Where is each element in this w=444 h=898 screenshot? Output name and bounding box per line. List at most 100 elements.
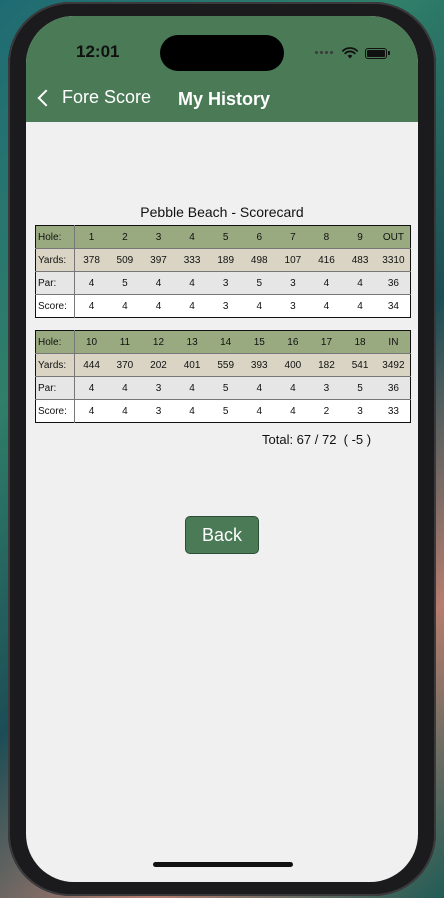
par-cell: 4 [108,376,142,400]
phone-frame: 12:01 Fore Score My History Pebble Beach… [8,2,436,896]
score-label: Score: [35,399,75,423]
hole-cell: 1 [74,225,109,249]
yards-cell: 393 [242,353,277,377]
yards-cell: 401 [175,353,209,377]
par-cell: 4 [175,376,209,400]
app-screen: 12:01 Fore Score My History Pebble Beach… [26,16,418,882]
hole-label: Hole: [35,225,75,249]
par-cell: 4 [74,376,109,400]
par-cell: 4 [343,271,377,295]
hole-cell: 8 [309,225,344,249]
nav-header: 12:01 Fore Score My History [26,16,418,122]
hole-cell: 12 [141,330,176,354]
yards-cell: 509 [108,248,142,272]
par-cell: 3 [208,271,243,295]
score-cell: 4 [74,294,109,318]
par-cell: 4 [242,376,277,400]
hole-cell: 14 [208,330,243,354]
hole-total-cell: OUT [376,225,411,249]
hole-cell: 16 [276,330,310,354]
par-cell: 3 [276,271,310,295]
par-cell: 5 [208,376,243,400]
score-cell: 4 [74,399,109,423]
hole-cell: 3 [141,225,176,249]
score-cell: 4 [242,294,277,318]
par-cell: 5 [108,271,142,295]
hole-cell: 17 [309,330,344,354]
hole-cell: 13 [175,330,209,354]
score-cell: 4 [276,399,310,423]
front-nine-table: Hole: 1 2 3 4 5 6 7 8 9 OUT Yards: 378 5… [35,225,411,318]
score-cell: 3 [343,399,377,423]
yards-cell: 483 [343,248,377,272]
par-label: Par: [35,376,75,400]
yards-row: Yards: 444 370 202 401 559 393 400 182 5… [35,353,411,377]
back-nav-button[interactable]: Fore Score [36,87,151,108]
par-cell: 4 [74,271,109,295]
score-label: Score: [35,294,75,318]
yards-total-cell: 3310 [376,248,411,272]
par-cell: 4 [141,271,176,295]
par-cell: 4 [276,376,310,400]
total-score: Total: 67 / 72 ( -5 ) [262,432,372,447]
home-indicator[interactable] [153,862,293,867]
par-cell: 5 [242,271,277,295]
yards-cell: 541 [343,353,377,377]
score-cell: 3 [141,399,176,423]
par-cell: 3 [309,376,344,400]
wifi-icon [342,47,358,59]
score-total-cell: 34 [376,294,411,318]
hole-cell: 7 [276,225,310,249]
par-label: Par: [35,271,75,295]
yards-cell: 378 [74,248,109,272]
score-cell: 4 [108,399,142,423]
score-cell: 4 [108,294,142,318]
par-row: Par: 4 4 3 4 5 4 4 3 5 36 [35,376,411,400]
score-row: Score: 4 4 4 4 3 4 3 4 4 34 [35,294,411,318]
yards-cell: 397 [141,248,176,272]
back-nine-table: Hole: 10 11 12 13 14 15 16 17 18 IN Yard… [35,330,411,423]
score-cell: 5 [208,399,243,423]
score-cell: 4 [343,294,377,318]
score-cell: 2 [309,399,344,423]
back-button[interactable]: Back [185,516,259,554]
par-cell: 3 [141,376,176,400]
par-total-cell: 36 [376,376,411,400]
yards-cell: 107 [276,248,310,272]
hole-row: Hole: 10 11 12 13 14 15 16 17 18 IN [35,330,411,354]
score-row: Score: 4 4 3 4 5 4 4 2 3 33 [35,399,411,423]
yards-row: Yards: 378 509 397 333 189 498 107 416 4… [35,248,411,272]
hole-cell: 5 [208,225,243,249]
par-total-cell: 36 [376,271,411,295]
hole-label: Hole: [35,330,75,354]
battery-tip [388,51,390,55]
yards-label: Yards: [35,248,75,272]
hole-total-cell: IN [376,330,411,354]
score-cell: 4 [309,294,344,318]
par-cell: 5 [343,376,377,400]
yards-label: Yards: [35,353,75,377]
hole-row: Hole: 1 2 3 4 5 6 7 8 9 OUT [35,225,411,249]
par-cell: 4 [175,271,209,295]
score-cell: 4 [175,294,209,318]
yards-cell: 202 [141,353,176,377]
hole-cell: 15 [242,330,277,354]
hole-cell: 10 [74,330,109,354]
back-nav-label: Fore Score [62,87,152,107]
signal-icon [315,44,335,62]
hole-cell: 4 [175,225,209,249]
score-cell: 4 [175,399,209,423]
yards-total-cell: 3492 [376,353,411,377]
hole-cell: 2 [108,225,142,249]
yards-cell: 444 [74,353,109,377]
yards-cell: 559 [208,353,243,377]
par-row: Par: 4 5 4 4 3 5 3 4 4 36 [35,271,411,295]
hole-cell: 9 [343,225,377,249]
score-total-cell: 33 [376,399,411,423]
status-time: 12:01 [76,42,120,61]
score-cell: 4 [141,294,176,318]
par-cell: 4 [309,271,344,295]
hole-cell: 18 [343,330,377,354]
dynamic-island [160,35,284,71]
score-cell: 3 [208,294,243,318]
